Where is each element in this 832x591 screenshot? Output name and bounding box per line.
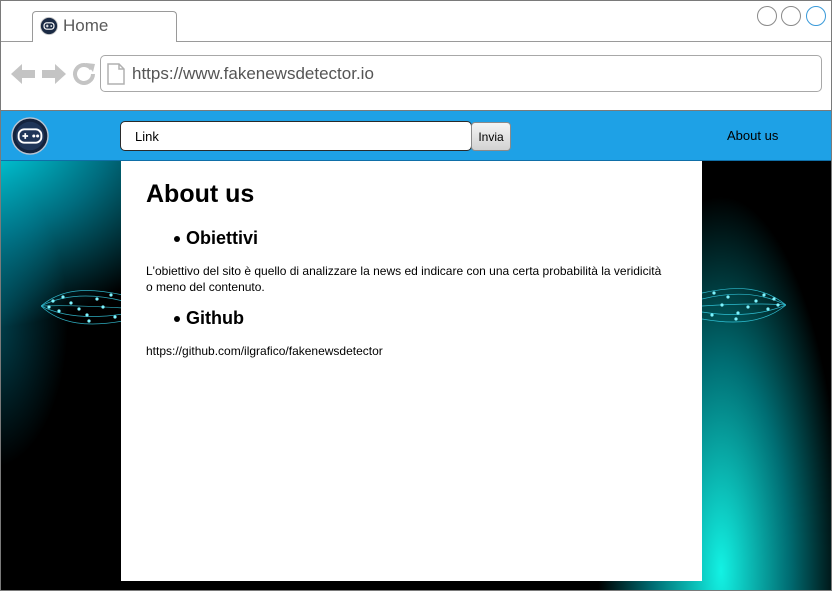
reload-icon[interactable] bbox=[71, 61, 97, 87]
link-input[interactable] bbox=[120, 121, 472, 151]
submit-button[interactable]: Invia bbox=[471, 122, 511, 151]
url-text: https://www.fakenewsdetector.io bbox=[132, 64, 374, 83]
page-title: About us bbox=[146, 180, 255, 208]
address-bar[interactable]: https://www.fakenewsdetector.io bbox=[100, 55, 822, 92]
browser-toolbar: https://www.fakenewsdetector.io bbox=[1, 42, 831, 111]
tab-home[interactable]: Home bbox=[32, 11, 177, 42]
tab-bar: Home bbox=[1, 1, 831, 42]
window-control-3[interactable] bbox=[806, 6, 826, 26]
bullet-icon bbox=[174, 316, 180, 322]
network-lines-left bbox=[41, 290, 123, 325]
tab-label: Home bbox=[63, 16, 109, 35]
section-heading-obiettivi: Obiettivi bbox=[186, 228, 259, 248]
page-icon bbox=[107, 63, 125, 85]
site-header: Invia About us bbox=[1, 111, 831, 161]
browser-window: Home https://www.fakenewsdetector.io Lin… bbox=[0, 0, 832, 591]
nav-link-about-us[interactable]: About us bbox=[727, 128, 778, 143]
forward-arrow-icon[interactable] bbox=[41, 61, 67, 87]
bullet-icon bbox=[174, 236, 180, 242]
section-text-obiettivi: L'obiettivo del sito è quello di analizz… bbox=[146, 264, 662, 294]
site-logo-icon[interactable] bbox=[11, 117, 49, 155]
content-panel: About us Obiettivi L'obiettivo del sito … bbox=[121, 161, 702, 581]
window-control-2[interactable] bbox=[781, 6, 801, 26]
website-viewport: Invia About us About us Obiettivi L'obie… bbox=[1, 111, 831, 590]
site-logo-icon bbox=[40, 17, 58, 35]
network-lines-right bbox=[702, 288, 786, 323]
back-arrow-icon[interactable] bbox=[10, 61, 36, 87]
window-control-1[interactable] bbox=[757, 6, 777, 26]
section-heading-github: Github bbox=[186, 308, 244, 328]
github-link[interactable]: https://github.com/ilgrafico/fakenewsdet… bbox=[146, 343, 666, 359]
